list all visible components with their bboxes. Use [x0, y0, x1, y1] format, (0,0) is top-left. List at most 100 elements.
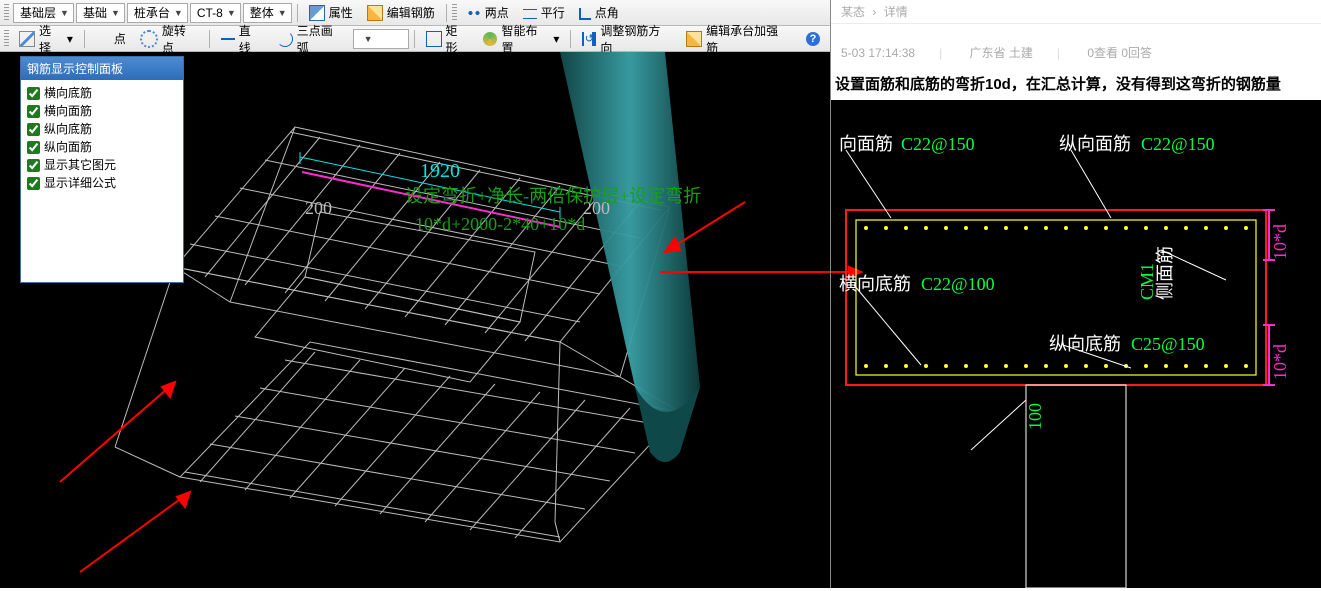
combo-type[interactable]: 基础 ▼: [76, 3, 125, 23]
combo-id[interactable]: CT-8 ▼: [190, 3, 241, 23]
rebar-display-panel[interactable]: 钢筋显示控制面板 横向底筋 横向面筋 纵向底筋 纵向面筋 显示其它图元 显示详细…: [20, 56, 184, 283]
label-10d-top: 10*d: [1270, 224, 1290, 260]
line-label: 直线: [239, 22, 263, 56]
value-bottom-left: C22@100: [921, 274, 995, 294]
toolbar-row-2: 选择▾ 点 旋转点 直线 三点画弧 ▼ 矩形 智能布置▾ 调整钢筋方向 编辑承台…: [0, 26, 830, 52]
combo-layer-label: 基础层: [20, 4, 56, 21]
line-button[interactable]: 直线: [215, 28, 269, 50]
panel-item[interactable]: 纵向面筋: [27, 138, 177, 156]
combo-pile[interactable]: 桩承台▼: [127, 3, 188, 23]
checkbox[interactable]: [27, 177, 40, 190]
two-point-label: 两点: [485, 4, 509, 21]
parallel-button[interactable]: 平行: [517, 2, 571, 24]
rectangle-icon: [426, 31, 442, 47]
panel-list: 横向底筋 横向面筋 纵向底筋 纵向面筋 显示其它图元 显示详细公式: [21, 80, 183, 282]
combo-id-label: CT-8: [197, 6, 223, 20]
caret-icon: ▼: [227, 8, 236, 18]
edit-strengthen-label: 编辑承台加强筋: [706, 22, 790, 56]
separator: [570, 30, 571, 48]
cursor-icon: [19, 31, 35, 47]
label-top-right: 纵向面筋: [1059, 134, 1131, 154]
select-label: 选择: [39, 22, 63, 56]
two-point-icon: [467, 6, 481, 20]
smart-layout-button[interactable]: 智能布置▾: [477, 28, 565, 50]
breadcrumb-item[interactable]: 某态: [841, 5, 865, 19]
rectangle-button[interactable]: 矩形: [420, 28, 476, 50]
caret-icon: ▼: [364, 34, 373, 44]
panel-item[interactable]: 横向底筋: [27, 84, 177, 102]
arc-icon: [277, 31, 293, 47]
section-drawing[interactable]: 向面筋 C22@150 纵向面筋 C22@150 横向底筋 C22@100 纵向…: [831, 100, 1321, 588]
dim-200a: 200: [305, 198, 332, 218]
two-point-button[interactable]: 两点: [461, 2, 515, 24]
label-top-left: 向面筋: [839, 134, 893, 154]
swap-icon: [582, 32, 596, 46]
panel-item[interactable]: 横向面筋: [27, 102, 177, 120]
panel-item[interactable]: 纵向底筋: [27, 120, 177, 138]
separator: [84, 30, 85, 48]
checkbox[interactable]: [27, 159, 40, 172]
point-angle-button[interactable]: 点角: [573, 2, 625, 24]
checkbox[interactable]: [27, 105, 40, 118]
select-button[interactable]: 选择▾: [13, 28, 79, 50]
label-100: 100: [1025, 403, 1045, 430]
properties-label: 属性: [329, 4, 353, 21]
edit-rebar-label: 编辑钢筋: [387, 4, 435, 21]
combo-layer[interactable]: 基础层 ▼: [13, 3, 74, 23]
combo-whole-label: 整体: [250, 4, 274, 21]
adjust-direction-button[interactable]: 调整钢筋方向: [576, 28, 678, 50]
caret-icon: ▾: [67, 32, 73, 46]
properties-icon: [309, 5, 325, 21]
panel-item-label: 纵向面筋: [44, 138, 92, 156]
panel-item[interactable]: 显示其它图元: [27, 156, 177, 174]
checkbox[interactable]: [27, 87, 40, 100]
combo-draw-style[interactable]: ▼: [353, 29, 409, 49]
three-point-arc-button[interactable]: 三点画弧: [271, 28, 351, 50]
checkbox[interactable]: [27, 123, 40, 136]
angle-icon: [579, 8, 591, 20]
three-point-arc-label: 三点画弧: [297, 22, 345, 56]
caret-icon: ▼: [60, 8, 69, 18]
breadcrumb-item[interactable]: 详情: [884, 5, 908, 19]
separator: [414, 30, 415, 48]
properties-button[interactable]: 属性: [303, 2, 359, 24]
separator: [209, 30, 210, 48]
label-10d-bot: 10*d: [1270, 344, 1290, 380]
panel-item[interactable]: 显示详细公式: [27, 174, 177, 192]
cad-application: 基础层 ▼ 基础 ▼ 桩承台▼ CT-8 ▼ 整体 ▼ 属性 编辑钢筋 两点 平行 点角…: [0, 0, 830, 588]
panel-item-label: 横向底筋: [44, 84, 92, 102]
panel-item-label: 纵向底筋: [44, 120, 92, 138]
toolbar-grip[interactable]: [4, 30, 9, 48]
edit-strengthen-button[interactable]: 编辑承台加强筋: [680, 28, 796, 50]
label-bottom-left: 横向底筋: [839, 274, 911, 294]
rectangle-label: 矩形: [446, 22, 470, 56]
rotate-point-button[interactable]: 旋转点: [134, 28, 204, 50]
panel-item-label: 显示其它图元: [44, 156, 116, 174]
rotate-point-label: 旋转点: [162, 22, 198, 56]
checkbox[interactable]: [27, 141, 40, 154]
help-button[interactable]: ?: [800, 28, 826, 50]
separator: [446, 4, 447, 22]
smart-icon: [483, 32, 497, 46]
point-button[interactable]: 点: [90, 28, 132, 50]
toolbar-grip[interactable]: [452, 4, 457, 22]
value-top-left: C22@150: [901, 134, 975, 154]
caret-icon: ▼: [278, 8, 287, 18]
line-icon: [221, 32, 235, 46]
meta-views: 0查看 0回答: [1087, 46, 1152, 60]
edit-rebar-button[interactable]: 编辑钢筋: [361, 2, 441, 24]
parallel-label: 平行: [541, 4, 565, 21]
value-side: CM1: [1137, 263, 1157, 300]
rotate-icon: [140, 30, 158, 48]
combo-type-label: 基础: [83, 4, 107, 21]
parallel-icon: [523, 9, 537, 19]
label-side: 侧面筋: [1155, 246, 1175, 300]
point-label: 点: [114, 30, 126, 47]
panel-title[interactable]: 钢筋显示控制面板: [21, 57, 183, 80]
formula-line1: 设定弯折+净长-两倍保护层+设定弯折: [405, 186, 701, 206]
smart-layout-label: 智能布置: [501, 22, 549, 56]
caret-icon: ▼: [111, 8, 120, 18]
pencil-icon: [367, 5, 383, 21]
combo-whole[interactable]: 整体 ▼: [243, 3, 292, 23]
toolbar-grip[interactable]: [4, 4, 9, 22]
